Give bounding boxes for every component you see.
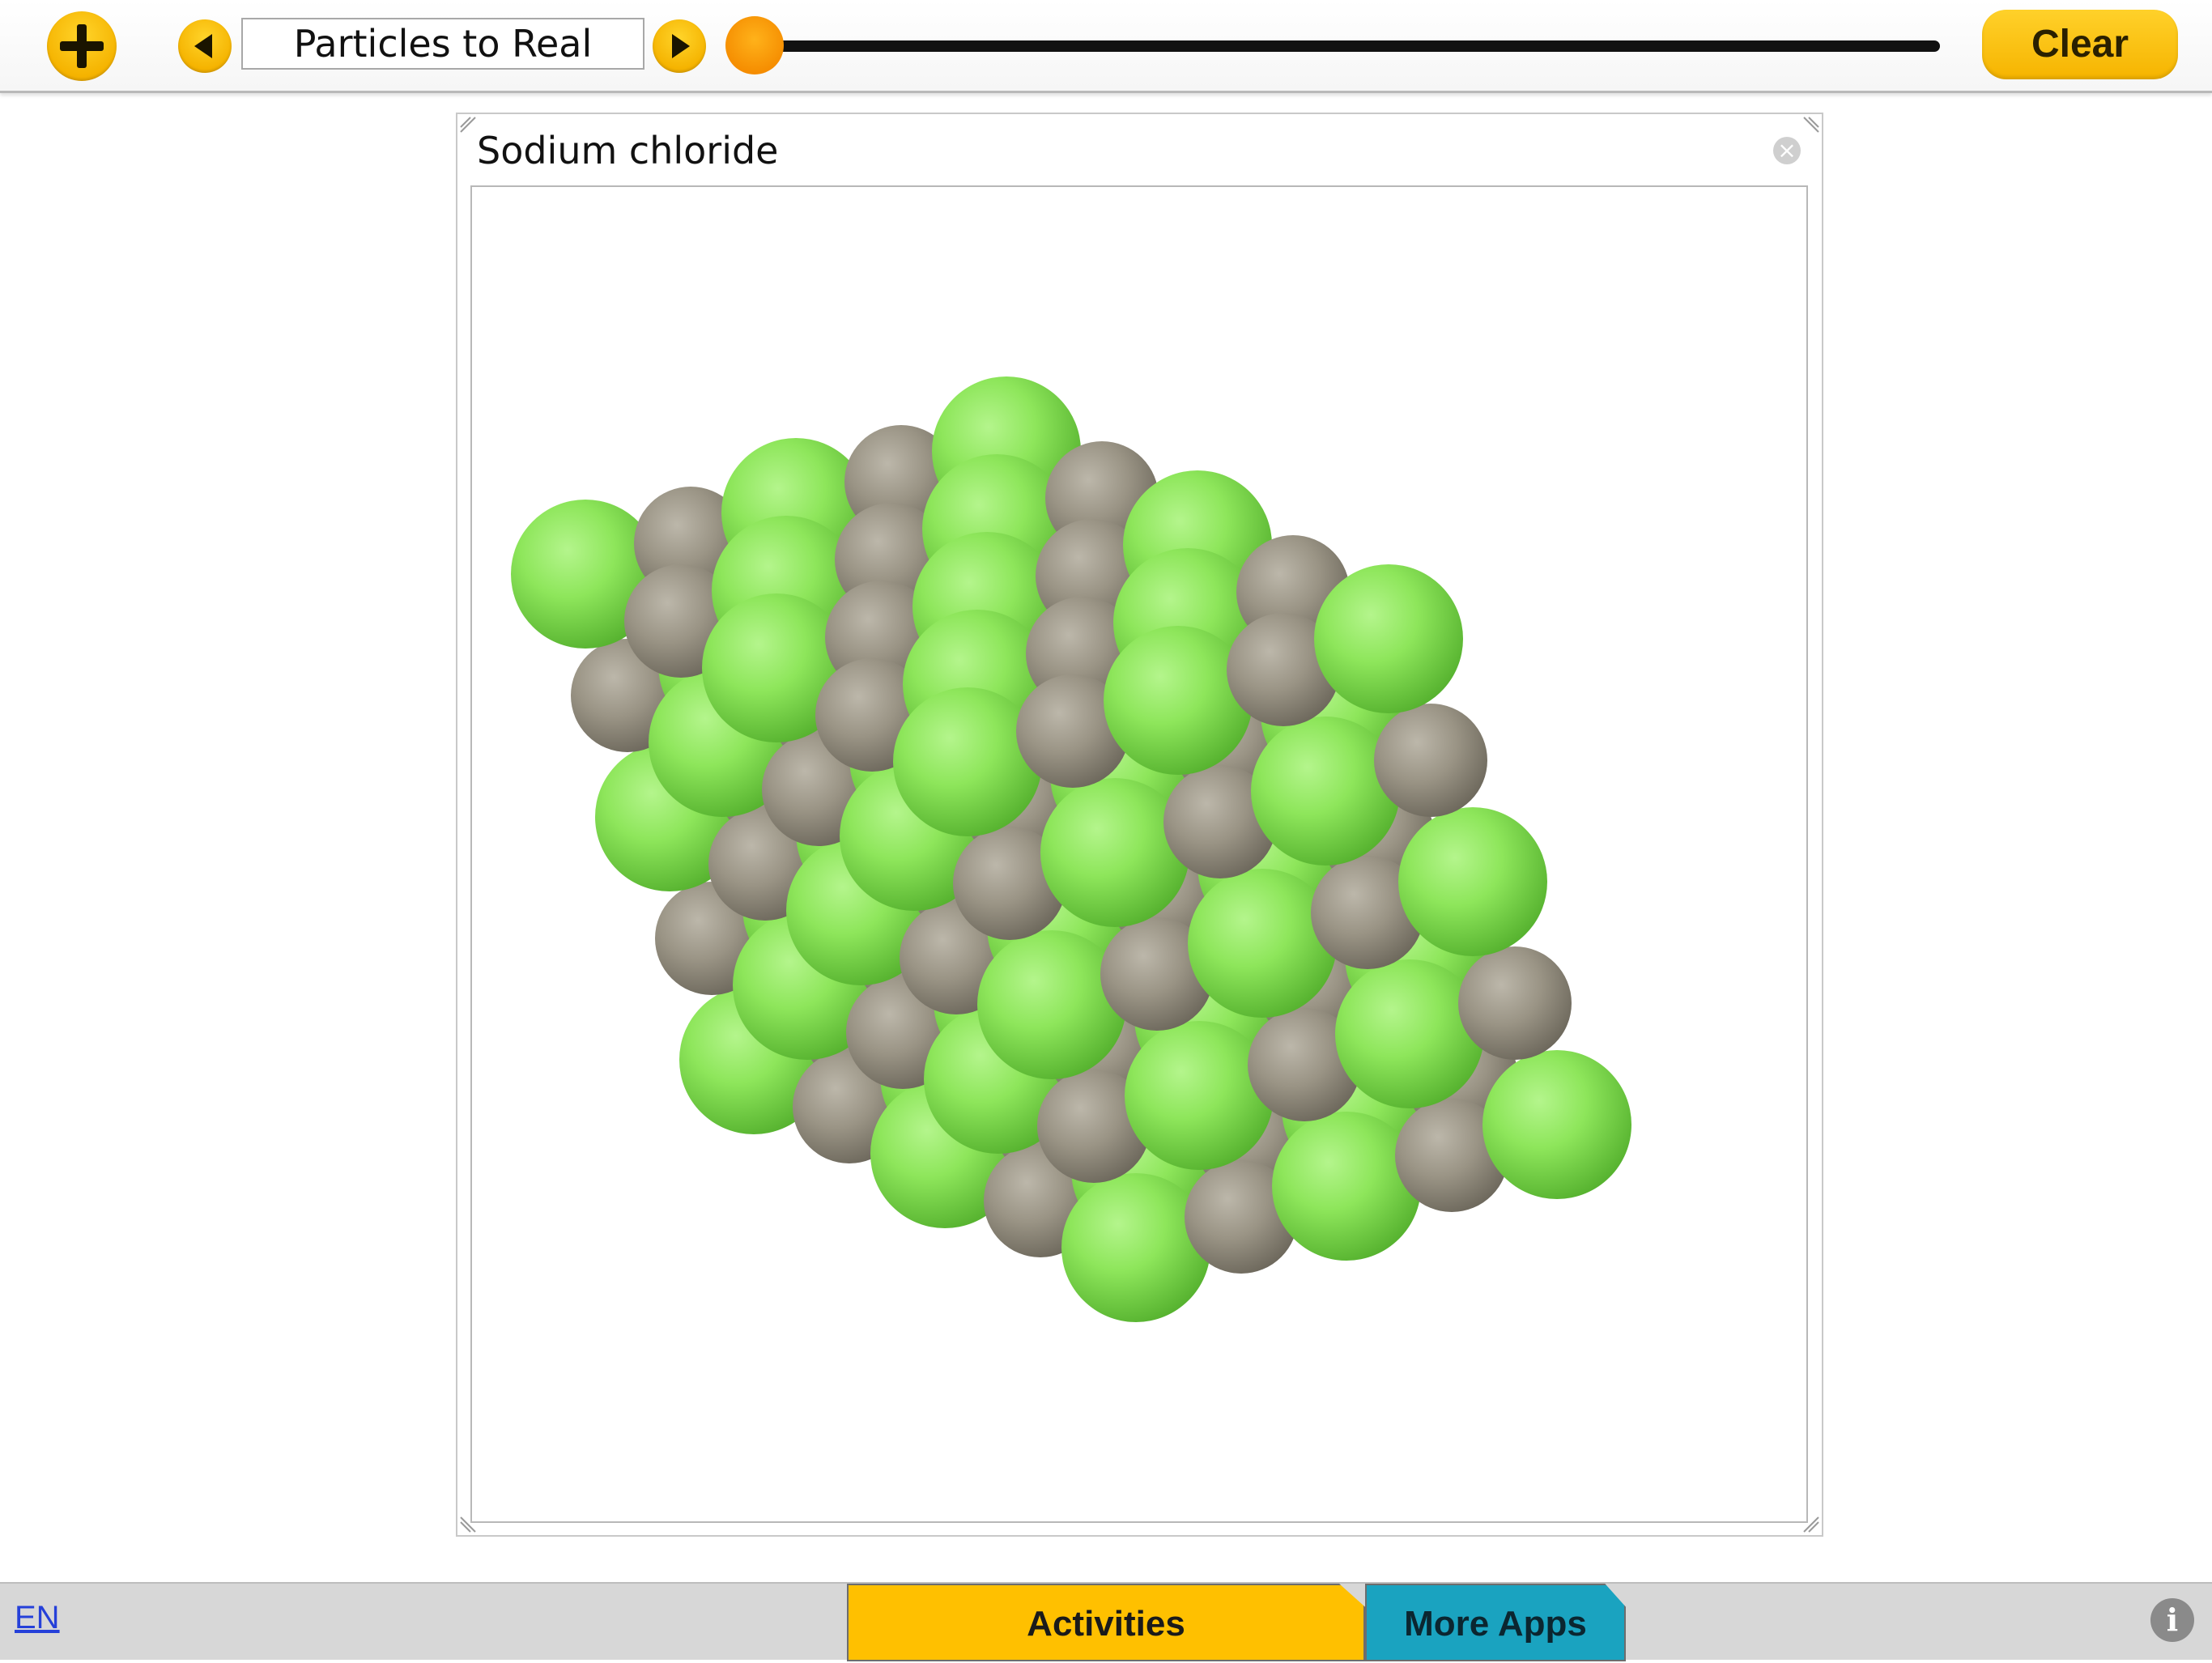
language-link[interactable]: EN <box>15 1600 60 1636</box>
sodium-atom <box>1458 946 1572 1060</box>
sodium-atom <box>1374 704 1487 817</box>
chloride-atom <box>1272 1112 1421 1261</box>
chloride-atom <box>1188 869 1337 1018</box>
triangle-left-icon <box>194 34 212 58</box>
chloride-atom <box>1104 626 1253 775</box>
chloride-atom <box>893 687 1042 836</box>
close-button[interactable]: × <box>1773 137 1801 164</box>
plus-icon <box>60 24 104 68</box>
info-button[interactable]: i <box>2150 1598 2194 1642</box>
sodium-chloride-crystal[interactable] <box>472 187 1806 1521</box>
chloride-atom <box>1040 778 1189 927</box>
add-button[interactable] <box>47 11 117 81</box>
chloride-atom <box>1125 1021 1274 1170</box>
triangle-right-icon <box>672 34 690 58</box>
next-button[interactable] <box>653 19 706 73</box>
3d-view-area[interactable] <box>470 185 1808 1523</box>
info-icon: i <box>2166 1601 2179 1638</box>
chloride-atom <box>1335 959 1484 1108</box>
resize-corner-icon[interactable] <box>459 116 477 134</box>
chloride-atom <box>1061 1173 1210 1322</box>
scale-slider-handle[interactable] <box>725 16 784 74</box>
viewer-title: Sodium chloride <box>477 129 779 172</box>
chloride-atom <box>1314 564 1463 713</box>
tab-activities[interactable]: Activities <box>847 1584 1365 1661</box>
previous-button[interactable] <box>178 19 232 73</box>
model-viewer-window: Sodium chloride × <box>456 113 1823 1537</box>
chloride-atom <box>1251 717 1400 866</box>
model-title: Particles to Real <box>241 18 644 70</box>
close-circle-icon: × <box>1777 137 1797 164</box>
bottom-bar: EN Activities More Apps i <box>0 1582 2212 1661</box>
chloride-atom <box>1482 1050 1631 1199</box>
tab-more-apps[interactable]: More Apps <box>1365 1584 1626 1661</box>
top-toolbar: Particles to Real Clear <box>0 0 2212 93</box>
resize-corner-icon[interactable] <box>1802 116 1820 134</box>
chloride-atom <box>1398 807 1547 956</box>
clear-button[interactable]: Clear <box>1982 10 2178 79</box>
scale-slider-track[interactable] <box>755 40 1940 52</box>
chloride-atom <box>977 930 1126 1079</box>
